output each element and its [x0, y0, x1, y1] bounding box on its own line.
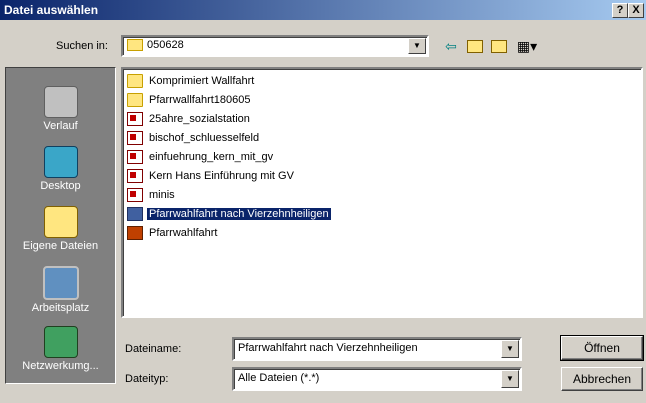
filetype-dropdown-button[interactable]: ▼ [501, 370, 519, 388]
up-folder-icon[interactable] [465, 37, 485, 55]
list-item[interactable]: Komprimiert Wallfahrt [127, 74, 256, 90]
list-item[interactable]: 25ahre_sozialstation [127, 112, 252, 128]
presentation-file-icon [127, 207, 143, 221]
list-item-selected[interactable]: Pfarrwahlfahrt nach Vierzehnheiligen [127, 207, 332, 223]
powerpoint-file-icon [127, 226, 143, 240]
window-title: Datei auswählen [4, 3, 99, 17]
history-icon [43, 86, 78, 118]
title-bar: Datei auswählen ? X [0, 0, 646, 20]
back-arrow-icon[interactable]: ⇦ [441, 37, 461, 55]
network-icon [43, 326, 78, 358]
places-bar: Verlauf Desktop Eigene Dateien Arbeitspl… [5, 67, 116, 384]
publisher-file-icon [127, 188, 143, 202]
publisher-file-icon [127, 150, 143, 164]
my-computer-icon [42, 266, 79, 300]
place-desktop[interactable]: Desktop [6, 136, 115, 196]
lookin-combo[interactable]: 050628 ▼ [121, 35, 429, 57]
lookin-dropdown-button[interactable]: ▼ [408, 38, 426, 54]
publisher-file-icon [127, 112, 143, 126]
place-my-documents[interactable]: Eigene Dateien [6, 196, 115, 256]
file-list[interactable]: Komprimiert Wallfahrt Pfarrwallfahrt1806… [121, 67, 643, 318]
place-history[interactable]: Verlauf [6, 76, 115, 136]
list-item[interactable]: Pfarrwahlfahrt [127, 226, 219, 242]
publisher-file-icon [127, 169, 143, 183]
filename-field[interactable]: Pfarrwahlfahrt nach Vierzehnheiligen ▼ [232, 337, 522, 361]
view-menu-icon[interactable]: ▦▾ [513, 37, 541, 55]
folder-icon [127, 93, 143, 107]
list-item[interactable]: minis [127, 188, 177, 204]
place-label: Netzwerkumg... [22, 360, 99, 372]
filetype-label: Dateityp: [125, 373, 169, 385]
place-label: Desktop [40, 180, 81, 192]
my-documents-icon [43, 206, 78, 238]
folder-icon [127, 39, 143, 52]
place-label: Verlauf [43, 120, 78, 132]
place-network[interactable]: Netzwerkumg... [6, 316, 115, 376]
list-item[interactable]: bischof_schluesselfeld [127, 131, 261, 147]
desktop-icon [43, 146, 78, 178]
new-folder-icon[interactable] [489, 37, 509, 55]
list-item[interactable]: einfuehrung_kern_mit_gv [127, 150, 275, 166]
lookin-label: Suchen in: [56, 40, 108, 52]
place-label: Arbeitsplatz [31, 302, 90, 314]
open-button[interactable]: Öffnen [560, 335, 644, 361]
filetype-value: Alle Dateien (*.*) [238, 372, 320, 384]
list-item[interactable]: Kern Hans Einführung mit GV [127, 169, 296, 185]
list-item[interactable]: Pfarrwallfahrt180605 [127, 93, 253, 109]
place-my-computer[interactable]: Arbeitsplatz [6, 256, 115, 316]
publisher-file-icon [127, 131, 143, 145]
filename-label: Dateiname: [125, 343, 182, 355]
filetype-select[interactable]: Alle Dateien (*.*) ▼ [232, 367, 522, 391]
cancel-button[interactable]: Abbrechen [561, 367, 643, 391]
help-button[interactable]: ? [612, 3, 628, 18]
close-button[interactable]: X [628, 3, 644, 18]
folder-icon [127, 74, 143, 88]
filename-dropdown-button[interactable]: ▼ [501, 340, 519, 358]
filename-value: Pfarrwahlfahrt nach Vierzehnheiligen [238, 342, 418, 354]
lookin-value: 050628 [147, 39, 184, 52]
place-label: Eigene Dateien [22, 240, 99, 252]
